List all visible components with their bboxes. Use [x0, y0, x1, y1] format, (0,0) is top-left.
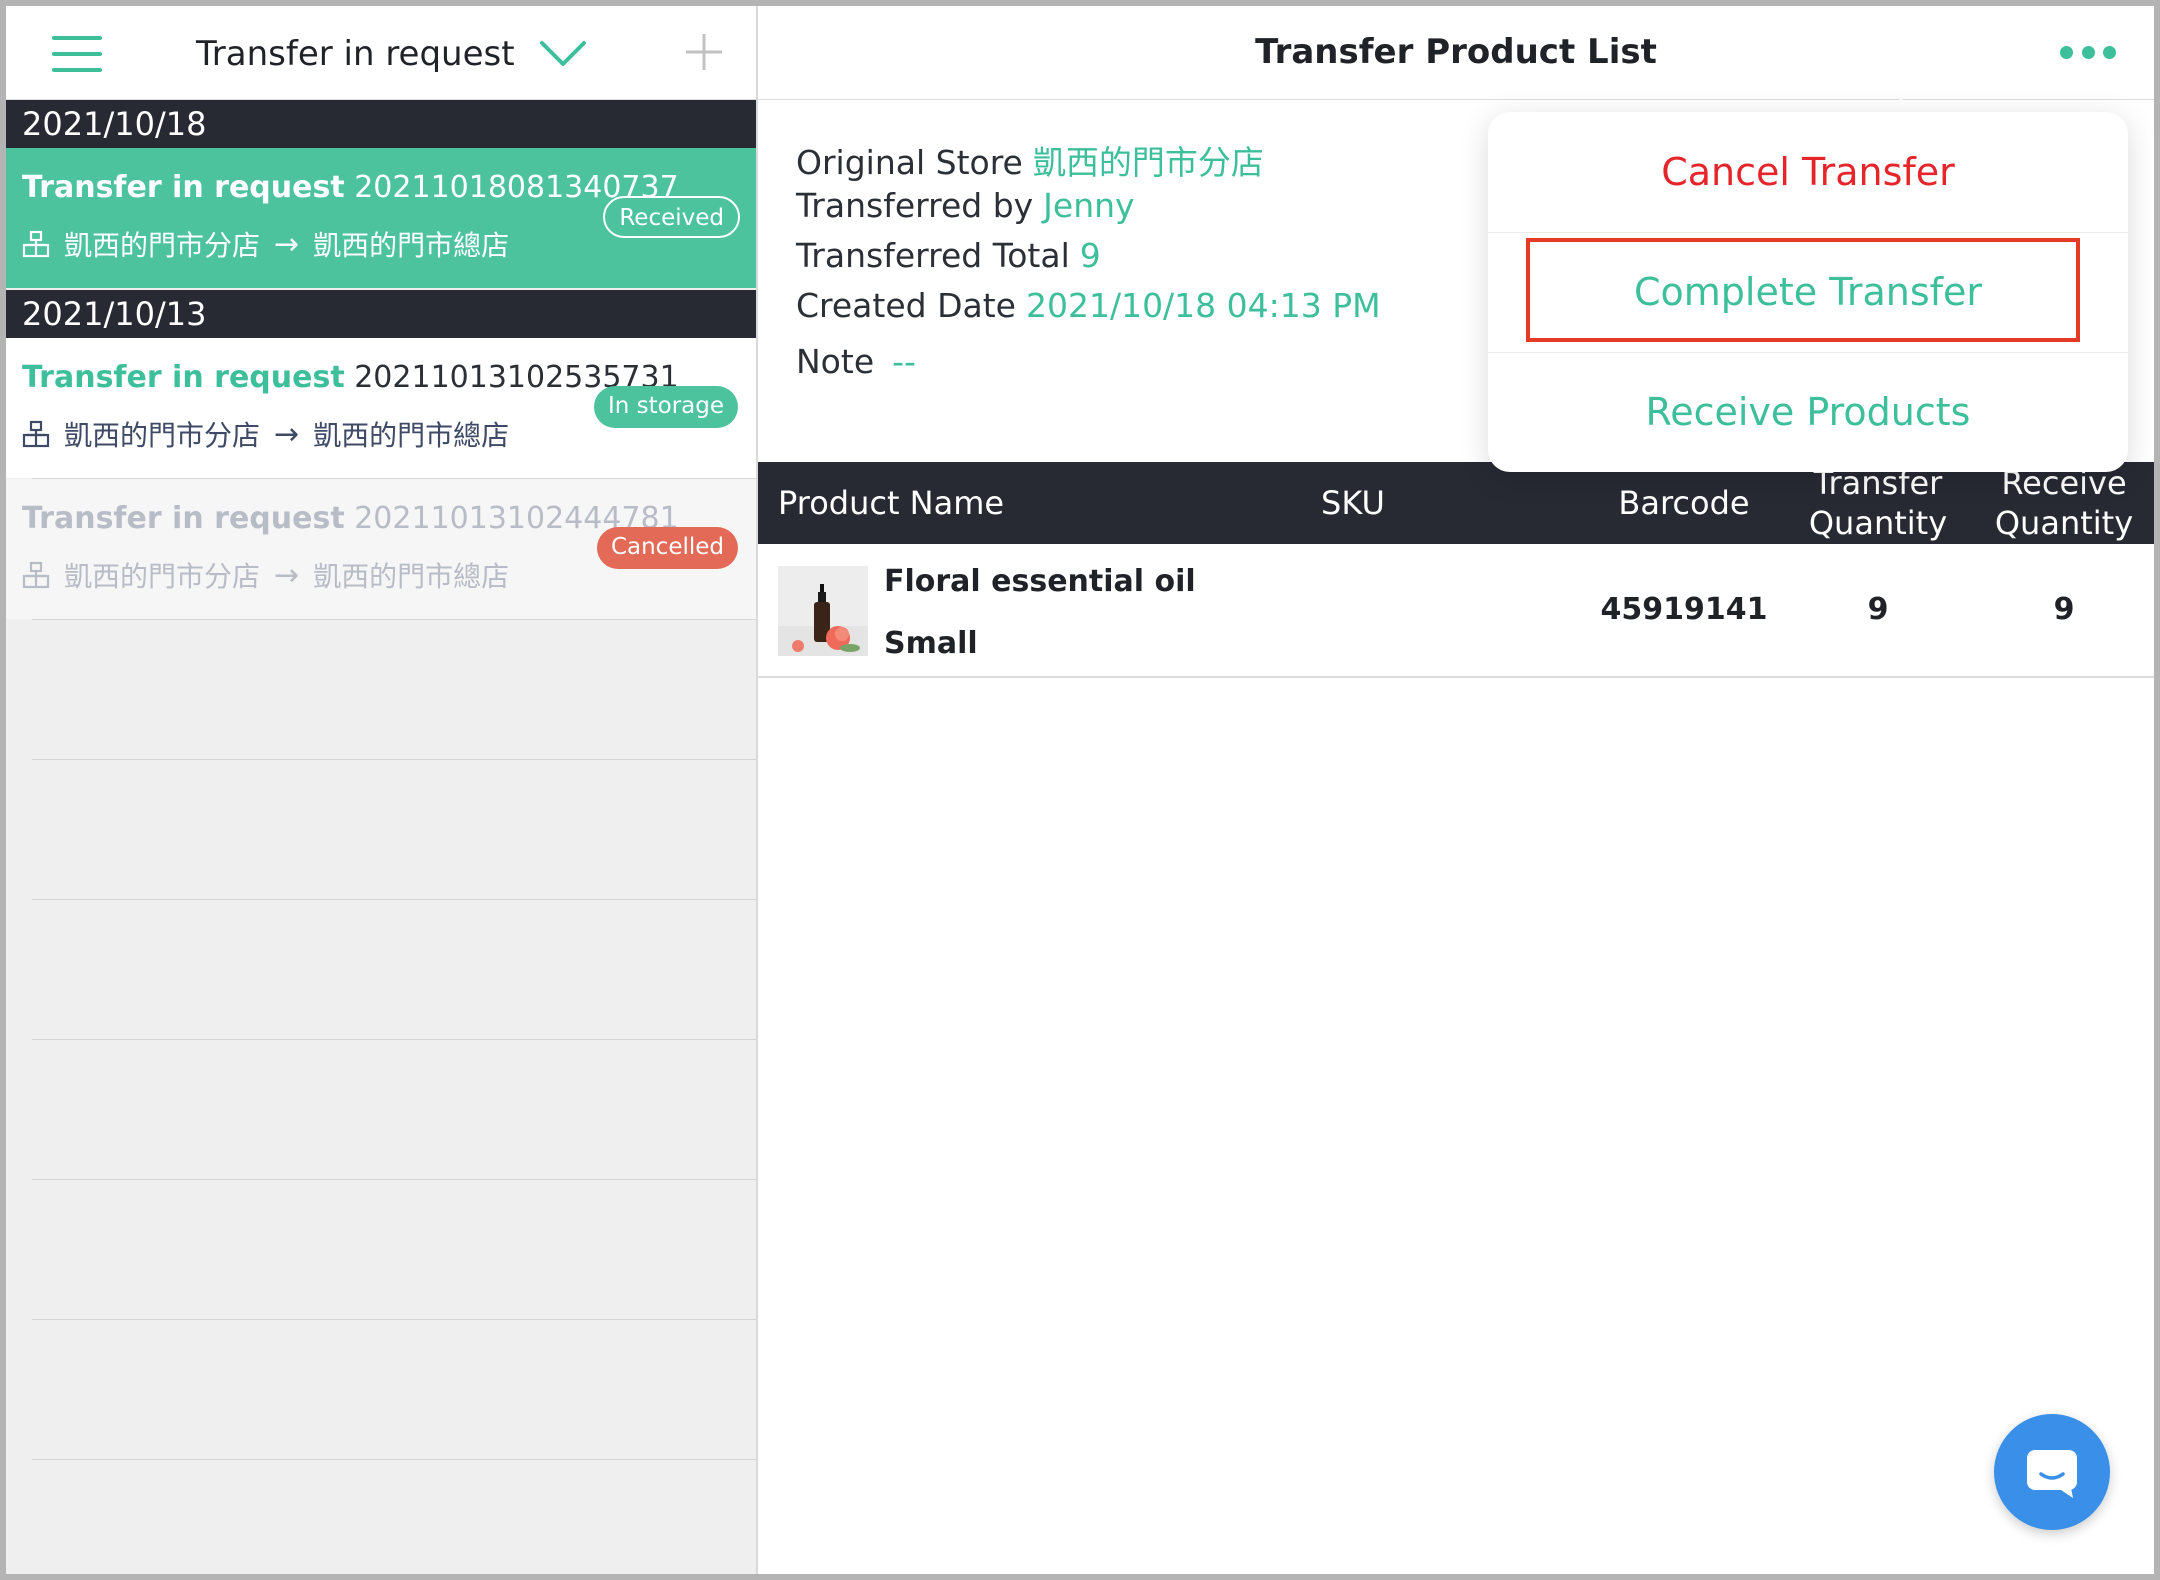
- table-row[interactable]: Floral essential oil Small 45919141 9 9: [758, 548, 2154, 678]
- product-variant: Small: [884, 626, 978, 661]
- add-icon[interactable]: [682, 30, 726, 74]
- essential-oil-image: [778, 566, 868, 656]
- chat-button[interactable]: [1994, 1414, 2110, 1530]
- transfer-list-item[interactable]: Transfer in request 20211018081340737 凱西…: [6, 148, 756, 288]
- divider: [32, 1459, 756, 1460]
- original-store-row: Original Store 凱西的門市分店: [796, 143, 1264, 182]
- divider: [32, 759, 756, 760]
- note-row: Note --: [796, 342, 916, 381]
- divider: [32, 899, 756, 900]
- transferred-by-value: Jenny: [1043, 186, 1135, 225]
- product-thumbnail: [778, 566, 868, 656]
- product-table-header: Product Name SKU Barcode Transfer Quanti…: [758, 462, 2154, 544]
- chat-icon: [2027, 1450, 2077, 1498]
- transfer-type-dropdown[interactable]: Transfer in request: [196, 28, 587, 80]
- cancel-transfer-button[interactable]: Cancel Transfer: [1488, 112, 2128, 232]
- to-store: 凱西的門市總店: [313, 419, 510, 452]
- transfer-quantity: 9: [1867, 592, 1889, 627]
- chevron-down-icon: [539, 41, 586, 66]
- list-header: Transfer in request: [6, 6, 756, 100]
- from-store: 凱西的門市分店: [64, 560, 261, 593]
- created-date-value: 2021/10/18 04:13 PM: [1025, 286, 1381, 325]
- arrow-right-icon: →: [274, 557, 300, 593]
- menu-icon[interactable]: [52, 36, 102, 72]
- column-product-name: Product Name: [778, 484, 1005, 522]
- store-icon: [22, 420, 50, 448]
- transfer-type-label: Transfer in request: [22, 501, 345, 536]
- from-store: 凱西的門市分店: [64, 229, 261, 262]
- to-store: 凱西的門市總店: [313, 229, 510, 262]
- highlight-box: [1526, 238, 2080, 342]
- store-icon: [22, 561, 50, 589]
- divider: [32, 1039, 756, 1040]
- arrow-right-icon: →: [274, 416, 300, 452]
- product-barcode: 45919141: [1600, 592, 1768, 627]
- status-badge: Cancelled: [596, 527, 738, 569]
- filter-label: Transfer in request: [196, 34, 515, 74]
- date-header: 2021/10/13: [6, 290, 756, 338]
- transfer-list-item[interactable]: Transfer in request 20211013102535731 凱西…: [6, 338, 756, 478]
- date-header: 2021/10/18: [6, 100, 756, 148]
- divider: [32, 1179, 756, 1180]
- transferred-total-value: 9: [1079, 236, 1101, 275]
- status-badge: Received: [603, 196, 740, 238]
- more-options-icon[interactable]: [2060, 42, 2116, 62]
- arrow-right-icon: →: [274, 226, 300, 262]
- divider: [32, 1319, 756, 1320]
- transfer-type-label: Transfer in request: [22, 360, 345, 395]
- transferred-total-row: Transferred Total 9: [796, 236, 1101, 275]
- transferred-by-row: Transferred by Jenny: [796, 186, 1135, 225]
- column-transfer-quantity: Transfer Quantity: [1808, 464, 1948, 542]
- note-value: --: [892, 342, 916, 381]
- transfer-type-label: Transfer in request: [22, 170, 345, 205]
- original-store-value: 凱西的門市分店: [1032, 143, 1264, 182]
- receive-products-button[interactable]: Receive Products: [1488, 352, 2128, 472]
- status-badge: In storage: [593, 386, 738, 428]
- transfer-list-pane: Transfer in request 2021/10/18 Transfer …: [6, 6, 758, 1574]
- column-receive-quantity: Receive Quantity: [1994, 464, 2134, 542]
- column-sku: SKU: [1321, 484, 1385, 522]
- transfer-list-item[interactable]: Transfer in request 20211013102444781 凱西…: [6, 479, 756, 619]
- product-name: Floral essential oil: [884, 564, 1196, 599]
- app-frame: Transfer in request 2021/10/18 Transfer …: [6, 6, 2154, 1574]
- page-title: Transfer Product List: [1255, 32, 1657, 72]
- to-store: 凱西的門市總店: [313, 560, 510, 593]
- receive-quantity: 9: [2053, 592, 2075, 627]
- created-date-row: Created Date 2021/10/18 04:13 PM: [796, 286, 1381, 325]
- column-barcode: Barcode: [1618, 484, 1750, 522]
- detail-header: Transfer Product List: [758, 6, 2154, 100]
- actions-popover: Cancel Transfer Complete Transfer Receiv…: [1488, 112, 2128, 472]
- from-store: 凱西的門市分店: [64, 419, 261, 452]
- store-icon: [22, 230, 50, 258]
- divider: [32, 619, 756, 620]
